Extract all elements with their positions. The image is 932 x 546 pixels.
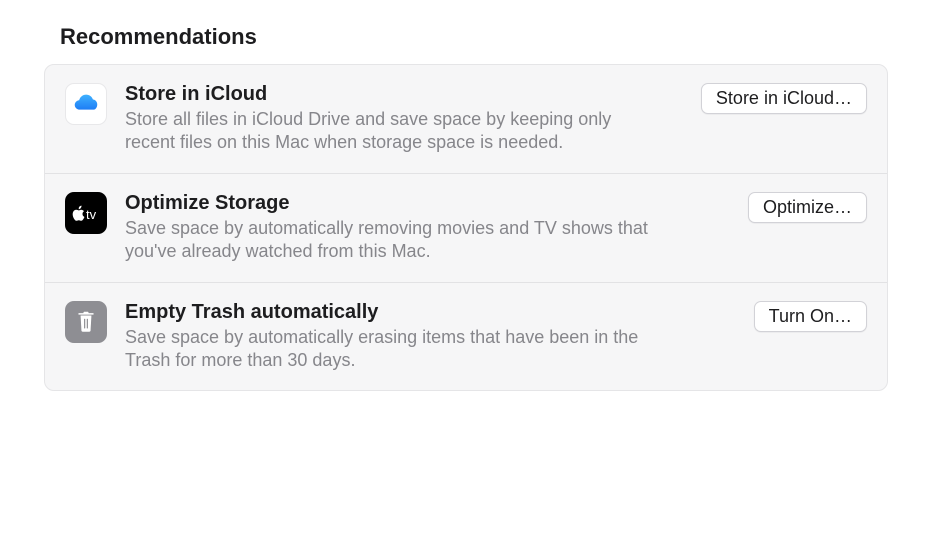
- icloud-icon: [65, 83, 107, 125]
- optimize-button[interactable]: Optimize…: [748, 192, 867, 223]
- row-text: Store in iCloud Store all files in iClou…: [125, 83, 683, 155]
- row-description: Store all files in iCloud Drive and save…: [125, 108, 655, 155]
- section-title: Recommendations: [60, 24, 888, 50]
- turn-on-button[interactable]: Turn On…: [754, 301, 867, 332]
- row-description: Save space by automatically erasing item…: [125, 326, 655, 373]
- row-text: Empty Trash automatically Save space by …: [125, 301, 736, 373]
- recommendations-panel: Store in iCloud Store all files in iClou…: [44, 64, 888, 391]
- row-title: Optimize Storage: [125, 192, 730, 215]
- row-text: Optimize Storage Save space by automatic…: [125, 192, 730, 264]
- appletv-icon: tv: [65, 192, 107, 234]
- row-optimize-storage: tv Optimize Storage Save space by automa…: [45, 173, 887, 282]
- trash-icon: [65, 301, 107, 343]
- row-title: Empty Trash automatically: [125, 301, 736, 324]
- row-description: Save space by automatically removing mov…: [125, 217, 655, 264]
- svg-text:tv: tv: [86, 207, 97, 222]
- row-store-in-icloud: Store in iCloud Store all files in iClou…: [45, 65, 887, 173]
- store-in-icloud-button[interactable]: Store in iCloud…: [701, 83, 867, 114]
- row-empty-trash: Empty Trash automatically Save space by …: [45, 282, 887, 391]
- row-title: Store in iCloud: [125, 83, 683, 106]
